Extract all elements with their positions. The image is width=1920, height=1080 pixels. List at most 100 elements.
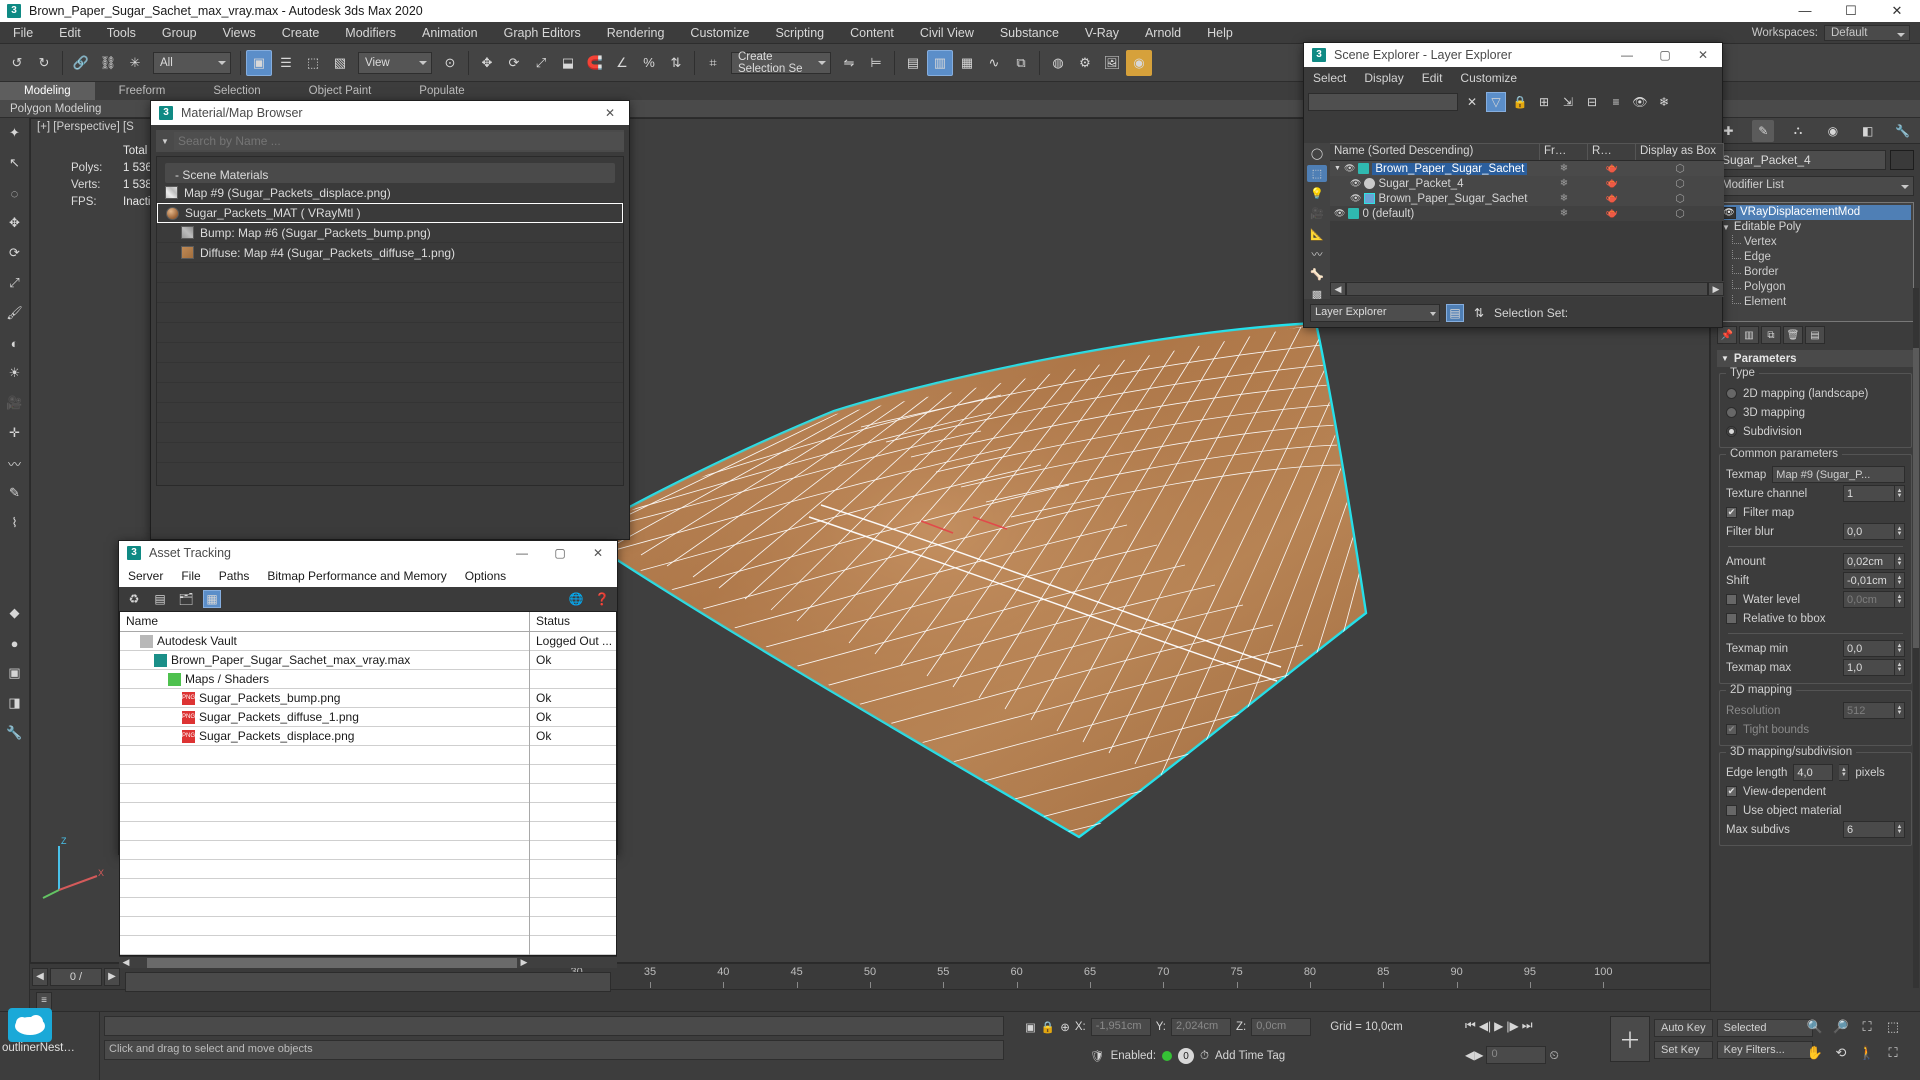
filter-icon[interactable]: ▽ bbox=[1486, 92, 1506, 112]
freeze-layer-icon[interactable]: ❄ bbox=[1654, 92, 1674, 112]
material-map-browser-window[interactable]: 3 Material/Map Browser ✕ ▼ - Scene Mater… bbox=[150, 100, 630, 540]
dependency-view-icon[interactable]: 🗂 bbox=[177, 590, 195, 608]
type-option-3d-mapping[interactable]: 3D mapping bbox=[1726, 403, 1905, 422]
all-objects-filter-icon[interactable]: ◯ bbox=[1307, 145, 1327, 162]
curve-tool-icon[interactable]: ✎ bbox=[4, 482, 26, 504]
tab-utilities[interactable]: 🔧 bbox=[1892, 120, 1914, 142]
asset-menu-bitmap-performance-and-memory[interactable]: Bitmap Performance and Memory bbox=[258, 565, 455, 587]
modifier-stack-item-edge[interactable]: Edge bbox=[1720, 250, 1911, 265]
configure-modifier-sets-icon[interactable]: ▤ bbox=[1805, 326, 1825, 344]
window-crossing-icon[interactable]: ▧ bbox=[327, 50, 353, 76]
menu-item-scripting[interactable]: Scripting bbox=[762, 22, 837, 44]
view-dependent-checkbox[interactable]: ✔ bbox=[1726, 786, 1737, 797]
frozen-toggle-icon[interactable]: ❄ bbox=[1540, 178, 1588, 189]
select-region-icon[interactable]: ⬚ bbox=[300, 50, 326, 76]
modifier-stack-item-element[interactable]: Element bbox=[1720, 295, 1911, 310]
asset-menu-file[interactable]: File bbox=[172, 565, 209, 587]
render-frame-icon[interactable]: 🖼 bbox=[1099, 50, 1125, 76]
scroll-right-icon[interactable]: ▶ bbox=[517, 957, 531, 968]
visibility-eye-icon[interactable]: 👁 bbox=[1334, 208, 1345, 219]
menu-item-create[interactable]: Create bbox=[269, 22, 333, 44]
sugar-sachet-mesh[interactable] bbox=[521, 199, 1371, 839]
texture-channel-spinner[interactable]: 1 ▲▼ bbox=[1843, 485, 1905, 502]
spacewarp-tool-icon[interactable]: 〰 bbox=[4, 452, 26, 474]
display-as-box-toggle-icon[interactable]: ⬡ bbox=[1636, 162, 1724, 175]
display-as-box-toggle-icon[interactable]: ⬡ bbox=[1636, 177, 1724, 190]
visibility-eye-icon[interactable]: 👁 bbox=[1350, 178, 1361, 189]
named-selection-combo[interactable]: Create Selection Se bbox=[731, 52, 831, 74]
outliner-taskbar-label[interactable]: outlinerNest… bbox=[2, 1042, 75, 1054]
select-layer-objects-icon[interactable]: ⊟ bbox=[1582, 92, 1602, 112]
zoom-region-icon[interactable]: ⬚ bbox=[1882, 1016, 1904, 1038]
time-tag-icon[interactable]: ⏱ bbox=[1200, 1050, 1209, 1063]
scene-explorer-window[interactable]: 3 Scene Explorer - Layer Explorer — ▢ ✕ … bbox=[1303, 42, 1723, 328]
select-by-name-icon[interactable]: ☰ bbox=[273, 50, 299, 76]
make-unique-icon[interactable]: ⧉ bbox=[1761, 326, 1781, 344]
rotate-tool-icon[interactable]: ⟳ bbox=[4, 242, 26, 264]
geometry-filter-icon[interactable]: ⬚ bbox=[1307, 165, 1327, 182]
asset-row[interactable]: PNGSugar_Packets_displace.pngOk bbox=[120, 727, 616, 746]
scroll-left-icon[interactable]: ◀ bbox=[119, 957, 133, 968]
scene-explorer-search-input[interactable] bbox=[1308, 93, 1458, 111]
timeslider-prev-icon[interactable]: ◀ bbox=[32, 968, 48, 986]
select-object-icon[interactable]: ▣ bbox=[246, 50, 272, 76]
menu-item-rendering[interactable]: Rendering bbox=[594, 22, 678, 44]
render-production-icon[interactable]: ◉ bbox=[1126, 50, 1152, 76]
selection-lock-icon[interactable]: 🔒 bbox=[1041, 1020, 1055, 1034]
layer-explorer-icon[interactable]: ▤ bbox=[900, 50, 926, 76]
scroll-left-icon[interactable]: ◀ bbox=[1330, 282, 1346, 296]
previous-frame-icon[interactable]: ◀| bbox=[1479, 1019, 1491, 1033]
tab-modify[interactable]: ✎ bbox=[1752, 120, 1774, 142]
light-tool-icon[interactable]: ☀ bbox=[4, 362, 26, 384]
grid-view-icon[interactable]: ▦ bbox=[203, 590, 221, 608]
frozen-toggle-icon[interactable]: ❄ bbox=[1540, 208, 1588, 219]
asset-row[interactable]: Autodesk VaultLogged Out ... bbox=[120, 632, 616, 651]
asset-menu-server[interactable]: Server bbox=[119, 565, 172, 587]
track-bar[interactable]: ≡ bbox=[30, 989, 1710, 1011]
utility-tool-icon[interactable]: 🔧 bbox=[4, 722, 26, 744]
asset-tracking-hscrollbar[interactable]: ◀ ▶ bbox=[119, 956, 617, 968]
select-move-icon[interactable]: ✥ bbox=[474, 50, 500, 76]
undo-icon[interactable]: ↺ bbox=[4, 50, 30, 76]
scene-explorer-scroll-track[interactable] bbox=[1346, 282, 1708, 296]
edge-length-value[interactable]: 4,0 bbox=[1793, 764, 1833, 781]
z-field[interactable]: 0,0cm bbox=[1251, 1018, 1311, 1036]
column-frozen[interactable]: Fr… bbox=[1540, 144, 1588, 160]
command-panel-scroll-thumb[interactable] bbox=[1913, 348, 1919, 648]
material-row[interactable]: Sugar_Packets_MAT ( VRayMtl ) bbox=[157, 203, 623, 223]
asset-menu-options[interactable]: Options bbox=[456, 565, 515, 587]
zoom-extents-icon[interactable]: ⛶ bbox=[1856, 1016, 1878, 1038]
close-button[interactable]: ✕ bbox=[1874, 0, 1920, 22]
menu-item-customize[interactable]: Customize bbox=[677, 22, 762, 44]
pivot-center-icon[interactable]: ⊙ bbox=[437, 50, 463, 76]
shield-icon[interactable]: 🛡 bbox=[1090, 1049, 1105, 1063]
add-selection-to-layer-icon[interactable]: ⇲ bbox=[1558, 92, 1578, 112]
helpers-filter-icon[interactable]: 📐 bbox=[1307, 226, 1327, 243]
asset-tracking-maximize-button[interactable]: ▢ bbox=[541, 541, 579, 565]
menu-item-civil-view[interactable]: Civil View bbox=[907, 22, 987, 44]
key-filters-button[interactable]: Key Filters... bbox=[1717, 1041, 1813, 1059]
amount-spin-arrows[interactable]: ▲▼ bbox=[1895, 553, 1905, 570]
amount-spinner[interactable]: 0,02cm ▲▼ bbox=[1843, 553, 1905, 570]
asset-row[interactable]: Brown_Paper_Sugar_Sachet_max_vray.maxOk bbox=[120, 651, 616, 670]
column-display-as-box[interactable]: Display as Box bbox=[1636, 144, 1724, 160]
set-key-button[interactable]: Set Key bbox=[1654, 1041, 1713, 1059]
snaps-toggle-icon[interactable]: 🧲 bbox=[582, 50, 608, 76]
zoom-icon[interactable]: 🔍 bbox=[1804, 1016, 1826, 1038]
filter-blur-spin-arrows[interactable]: ▲▼ bbox=[1895, 523, 1905, 540]
scene-explorer-hscrollbar[interactable]: ◀ ▶ bbox=[1330, 281, 1724, 297]
water-level-spin-arrows[interactable]: ▲▼ bbox=[1895, 591, 1905, 608]
align-icon[interactable]: ⊨ bbox=[863, 50, 889, 76]
tab-display[interactable]: ◧ bbox=[1857, 120, 1879, 142]
scene-explorer-row[interactable]: 👁Brown_Paper_Sugar_Sachet❄🫖⬡ bbox=[1330, 191, 1724, 206]
select-tool-icon[interactable]: ↖ bbox=[4, 152, 26, 174]
bones-filter-icon[interactable]: 🦴 bbox=[1307, 266, 1327, 283]
maximize-viewport-icon[interactable]: ⛶ bbox=[1882, 1042, 1904, 1064]
scene-explorer-menu-display[interactable]: Display bbox=[1355, 67, 1412, 89]
x-field[interactable]: -1,951cm bbox=[1091, 1018, 1151, 1036]
go-to-end-icon[interactable]: ⏭ bbox=[1522, 1018, 1533, 1033]
scene-explorer-row[interactable]: ▼👁Brown_Paper_Sugar_Sachet❄🫖⬡ bbox=[1330, 161, 1724, 176]
go-to-start-icon[interactable]: ⏮ bbox=[1465, 1018, 1476, 1033]
menu-item-animation[interactable]: Animation bbox=[409, 22, 491, 44]
filter-map-checkbox[interactable]: ✔ bbox=[1726, 507, 1737, 518]
